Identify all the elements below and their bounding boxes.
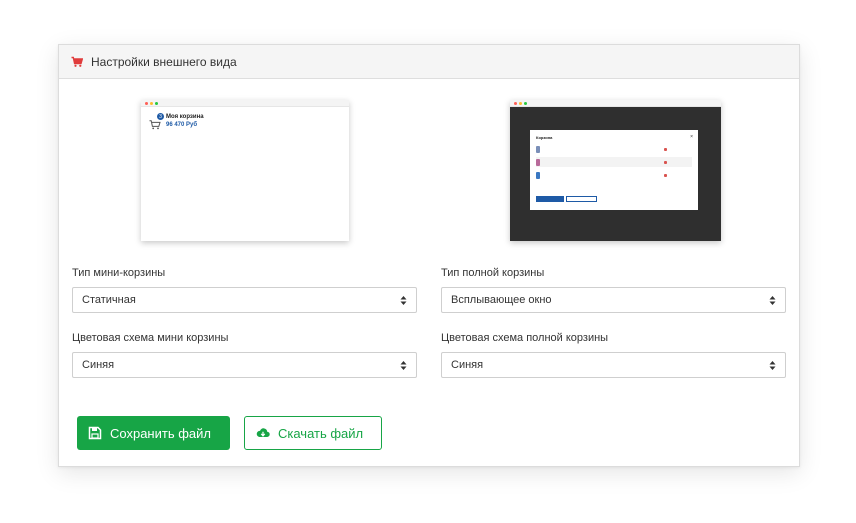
download-file-button[interactable]: Скачать файл <box>244 416 382 450</box>
sort-caret-icon <box>769 295 776 306</box>
save-file-label: Сохранить файл <box>110 425 211 441</box>
cart-icon: 3 <box>149 113 164 130</box>
mini-cart-preview: 3 Моя корзина 96 470 Руб <box>141 100 349 241</box>
full-type-label: Тип полной корзины <box>441 267 545 279</box>
browser-bar <box>141 100 349 107</box>
close-icon: × <box>690 134 693 140</box>
checkout-button-preview <box>536 196 564 202</box>
mini-cart-title: Моя корзина <box>166 114 204 120</box>
sort-caret-icon <box>400 295 407 306</box>
sort-caret-icon <box>769 360 776 371</box>
floppy-disk-icon <box>88 426 102 440</box>
full-color-select[interactable]: Синяя <box>441 352 786 378</box>
mini-color-label: Цветовая схема мини корзины <box>72 332 229 344</box>
cart-modal: Корзина × <box>530 130 698 210</box>
continue-button-preview <box>566 196 597 202</box>
full-cart-preview: Корзина × <box>510 100 721 241</box>
panel-header: Настройки внешнего вида <box>59 45 799 79</box>
full-type-value: Всплывающее окно <box>451 294 552 306</box>
cart-row <box>536 170 692 180</box>
mini-type-label: Тип мини-корзины <box>72 267 166 279</box>
cart-row <box>536 144 692 154</box>
download-file-label: Скачать файл <box>278 425 364 441</box>
cart-count-badge: 3 <box>157 113 164 120</box>
mini-type-value: Статичная <box>82 294 136 306</box>
mini-color-value: Синяя <box>82 359 115 371</box>
browser-bar <box>510 100 721 107</box>
mini-color-select[interactable]: Синяя <box>72 352 417 378</box>
full-type-select[interactable]: Всплывающее окно <box>441 287 786 313</box>
shopping-cart-icon <box>71 56 83 68</box>
save-file-button[interactable]: Сохранить файл <box>77 416 230 450</box>
sort-caret-icon <box>400 360 407 371</box>
mini-cart-sum: 96 470 Руб <box>166 122 198 128</box>
appearance-settings-panel: Настройки внешнего вида 3 Моя корзина 96… <box>58 44 800 467</box>
cart-row <box>536 157 692 167</box>
full-color-label: Цветовая схема полной корзины <box>441 332 609 344</box>
cloud-download-icon <box>256 426 270 440</box>
modal-title: Корзина <box>536 135 553 140</box>
panel-title: Настройки внешнего вида <box>91 54 237 69</box>
mini-type-select[interactable]: Статичная <box>72 287 417 313</box>
mini-cart-widget: 3 Моя корзина 96 470 Руб <box>149 113 204 130</box>
full-color-value: Синяя <box>451 359 484 371</box>
